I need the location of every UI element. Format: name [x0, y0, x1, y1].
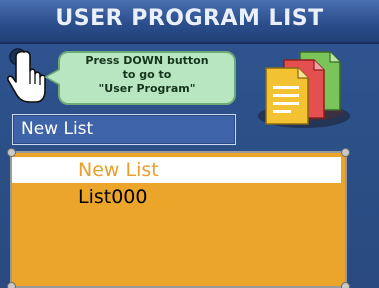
program-documents-icon — [258, 51, 350, 128]
hint-bubble-tail-inner — [47, 70, 60, 84]
scroll-knob-bottom-left — [7, 282, 16, 288]
hint-line-1: Press DOWN button — [85, 54, 209, 67]
page-title: USER PROGRAM LIST — [55, 6, 324, 31]
hint-line-3: "User Program" — [98, 82, 196, 95]
hint-bubble: Press DOWN button to go to "User Program… — [58, 51, 236, 105]
title-bar: USER PROGRAM LIST — [0, 0, 379, 44]
current-list-field[interactable]: New List — [12, 114, 236, 145]
scroll-knob-bottom-right — [341, 282, 350, 288]
scroll-knob-top-right — [341, 148, 350, 157]
user-program-list-screen: USER PROGRAM LIST Press DOWN button to g… — [0, 0, 379, 288]
scroll-knob-top-left — [7, 148, 16, 157]
hint-line-2: to go to — [122, 68, 172, 81]
program-list[interactable]: New List List000 — [7, 148, 350, 288]
list-item[interactable]: List000 — [12, 184, 341, 210]
pointing-hand-icon — [7, 48, 46, 103]
list-item-selected[interactable]: New List — [12, 157, 341, 183]
